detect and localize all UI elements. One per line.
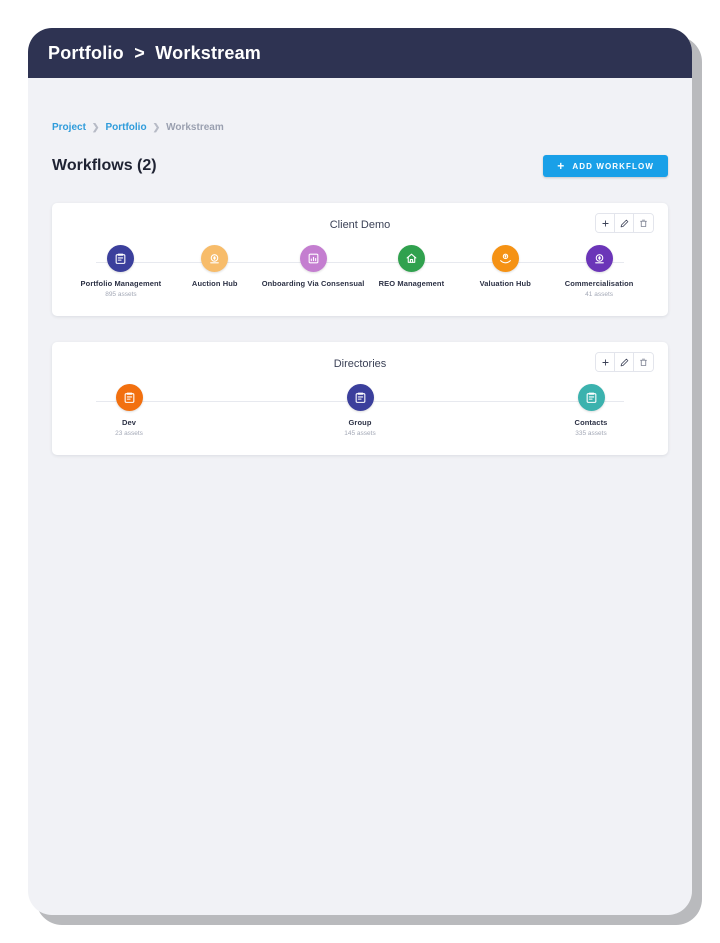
home-icon: [397, 245, 425, 272]
workflow-node-row: Portfolio Management 895 assets Auction Hu…: [74, 245, 646, 298]
pencil-icon: [620, 358, 629, 367]
breadcrumb-item-project[interactable]: Project: [52, 122, 86, 133]
trash-icon: [639, 358, 648, 367]
add-node-button[interactable]: [596, 214, 615, 232]
edit-workflow-button[interactable]: [615, 214, 634, 232]
delete-workflow-button[interactable]: [634, 353, 653, 371]
clipboard-icon: [346, 384, 374, 411]
workflow-node-asset-count: 41 assets: [585, 291, 613, 298]
workflow-actions: [595, 352, 654, 372]
workflow-node[interactable]: Group 145 assets: [305, 384, 415, 437]
workflow-card: Directories Dev 23 assets Group 145 assets Co…: [52, 342, 668, 455]
app-header: Portfolio > Workstream: [28, 28, 692, 78]
workflow-card: Client Demo Portfolio Management 895 asset…: [52, 203, 668, 316]
bar-chart-icon: [299, 245, 327, 272]
workflow-node-asset-count: 23 assets: [115, 430, 143, 437]
page-header-row: Workflows (2) + ADD WORKFLOW: [52, 155, 668, 177]
hand-coin-icon: [491, 245, 519, 272]
pencil-icon: [620, 219, 629, 228]
add-workflow-label: ADD WORKFLOW: [572, 161, 654, 171]
workflow-node[interactable]: REO Management: [364, 245, 458, 298]
workflow-node[interactable]: Commercialisation 41 assets: [552, 245, 646, 298]
workflow-node-label: Contacts: [574, 418, 608, 427]
workflow-node-label: Dev: [121, 418, 137, 427]
workflow-node-label: Group: [348, 418, 372, 427]
delete-workflow-button[interactable]: [634, 214, 653, 232]
workflow-card-list: Client Demo Portfolio Management 895 asset…: [52, 203, 668, 455]
add-workflow-button[interactable]: + ADD WORKFLOW: [543, 155, 668, 177]
breadcrumb-item-workstream: Workstream: [166, 122, 224, 133]
chevron-right-icon: ❯: [152, 122, 161, 132]
workflow-actions: [595, 213, 654, 233]
workflow-node-label: Valuation Hub: [479, 279, 531, 288]
plus-icon: +: [557, 158, 566, 173]
clipboard-icon: [107, 245, 135, 272]
chevron-right-icon: ❯: [91, 122, 100, 132]
page-content: Project ❯ Portfolio ❯ Workstream Workflo…: [28, 78, 692, 455]
page-header-title: Portfolio > Workstream: [48, 42, 262, 63]
workflow-title: Client Demo: [329, 219, 391, 231]
workflow-node-label: Onboarding Via Consensual: [261, 279, 365, 288]
app-window: Portfolio > Workstream Project ❯ Portfol…: [28, 28, 692, 915]
plus-icon: [601, 358, 610, 367]
workflow-node-label: REO Management: [378, 279, 445, 288]
page-title: Workflows (2): [52, 157, 157, 174]
workflow-node-asset-count: 895 assets: [105, 291, 137, 298]
clipboard-icon: [115, 384, 143, 411]
coin-icon: [201, 245, 229, 272]
workflow-node-label: Portfolio Management: [80, 279, 162, 288]
workflow-node-asset-count: 335 assets: [575, 430, 607, 437]
workflow-node[interactable]: Portfolio Management 895 assets: [74, 245, 168, 298]
workflow-node-asset-count: 145 assets: [344, 430, 376, 437]
workflow-node[interactable]: Onboarding Via Consensual: [262, 245, 365, 298]
clipboard-icon: [577, 384, 605, 411]
workflow-node-label: Auction Hub: [191, 279, 238, 288]
breadcrumb-item-portfolio[interactable]: Portfolio: [105, 122, 146, 133]
workflow-node[interactable]: Valuation Hub: [458, 245, 552, 298]
workflow-node-row: Dev 23 assets Group 145 assets Contacts 335 a…: [74, 384, 646, 437]
breadcrumb: Project ❯ Portfolio ❯ Workstream: [52, 78, 668, 133]
workflow-node-label: Commercialisation: [564, 279, 634, 288]
workflow-node[interactable]: Auction Hub: [168, 245, 262, 298]
trash-icon: [639, 219, 648, 228]
workflow-title: Directories: [333, 358, 387, 370]
edit-workflow-button[interactable]: [615, 353, 634, 371]
add-node-button[interactable]: [596, 353, 615, 371]
workflow-node[interactable]: Dev 23 assets: [74, 384, 184, 437]
coin-icon: [585, 245, 613, 272]
plus-icon: [601, 219, 610, 228]
workflow-node[interactable]: Contacts 335 assets: [536, 384, 646, 437]
